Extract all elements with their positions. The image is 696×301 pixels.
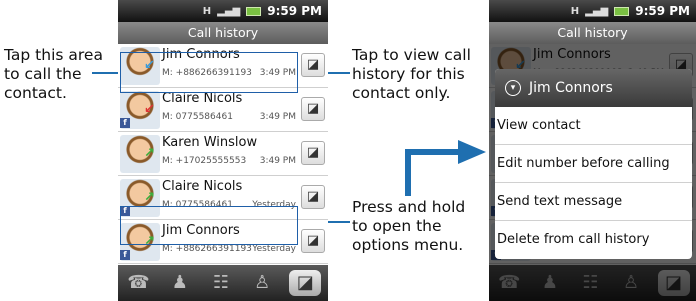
facebook-icon: f — [120, 250, 130, 260]
clock: 9:59 PM — [267, 4, 322, 18]
favorites-icon[interactable]: ♙ — [248, 270, 276, 296]
call-time: 3:49 PM — [259, 156, 296, 166]
callout-call-contact: Tap this area to call the contact. — [4, 46, 103, 103]
missed-call-icon: ↙ — [144, 102, 155, 117]
call-history-row[interactable]: ↗ Karen Winslow M: +17025555553 3:49 PM ◪ — [118, 132, 328, 176]
menu-item-send-text[interactable]: Send text message — [495, 183, 692, 221]
callout-line: options menu. — [352, 236, 464, 254]
options-menu-screen: H ▂▄▆ 9:59 PM Call history ↙Jim ConnorsM… — [489, 0, 696, 301]
battery-icon — [614, 6, 630, 16]
callout-contact-history: Tap to view call history for this contac… — [352, 46, 471, 103]
callout-connector — [326, 72, 350, 74]
transition-arrow-icon — [405, 140, 486, 196]
options-menu: ▾ Jim Connors View contact Edit number b… — [495, 69, 692, 259]
call-history-icon[interactable]: ◪ — [289, 270, 322, 296]
facebook-icon: f — [120, 118, 130, 128]
call-time: 3:49 PM — [259, 112, 296, 122]
chevron-down-icon: ▾ — [505, 80, 521, 96]
contact-call-history-button[interactable]: ◪ — [301, 97, 325, 121]
callout-options-menu: Press and hold to open the options menu. — [352, 198, 465, 255]
callout-line: Press and hold — [352, 198, 466, 216]
callout-line: history for this — [352, 65, 465, 83]
status-bar: H ▂▄▆ 9:59 PM — [118, 0, 328, 22]
callout-line: Tap this area — [4, 46, 103, 64]
tab-bar: ☎ ♟ ☷ ♙ ◪ — [118, 265, 328, 301]
menu-item-edit-number[interactable]: Edit number before calling — [495, 145, 692, 183]
contact-name: Karen Winslow — [162, 135, 258, 150]
phone-number: M: +17025555553 — [162, 156, 247, 166]
menu-item-delete[interactable]: Delete from call history — [495, 221, 692, 259]
outgoing-call-icon: ↗ — [144, 146, 155, 161]
contact-call-history-button[interactable]: ◪ — [301, 141, 325, 165]
menu-title: Jim Connors — [529, 80, 613, 96]
call-history-row[interactable]: f ↙ Claire Nicols M: 0775586461 3:49 PM ◪ — [118, 88, 328, 132]
callout-line: to call the — [4, 65, 82, 83]
signal-icon: H — [202, 5, 212, 17]
callout-line: contact. — [4, 84, 67, 102]
status-bar: H ▂▄▆ 9:59 PM — [489, 0, 696, 22]
contact-call-history-button[interactable]: ◪ — [301, 229, 325, 253]
menu-item-view-contact[interactable]: View contact — [495, 107, 692, 145]
groups-icon[interactable]: ☷ — [207, 270, 235, 296]
phone-number: M: +886266391193 — [162, 244, 252, 254]
callout-line: contact only. — [352, 84, 451, 102]
contact-name: Claire Nicols — [162, 179, 243, 194]
bars-icon: ▂▄▆ — [217, 5, 241, 17]
menu-header: ▾ Jim Connors — [495, 69, 692, 107]
call-history-screen: H ▂▄▆ 9:59 PM Call history ↙ Jim Connors M… — [118, 0, 328, 301]
contacts-icon[interactable]: ♟ — [166, 270, 194, 296]
callout-connector — [92, 72, 120, 74]
signal-icon: H — [570, 5, 580, 17]
battery-icon — [246, 6, 262, 16]
screen-title: Call history — [489, 22, 696, 44]
contact-call-history-button[interactable]: ◪ — [301, 53, 325, 77]
phone-number: M: 0775586461 — [162, 112, 233, 122]
outgoing-call-icon: ↗ — [144, 190, 155, 205]
highlight-call-area — [120, 52, 298, 93]
highlight-press-hold — [120, 206, 298, 245]
screen-title: Call history — [118, 22, 328, 44]
contact-call-history-button[interactable]: ◪ — [301, 185, 325, 209]
callout-line: Tap to view call — [352, 46, 471, 64]
contact-name: Claire Nicols — [162, 91, 243, 106]
clock: 9:59 PM — [635, 4, 690, 18]
call-time: Yesterday — [252, 244, 296, 254]
bars-icon: ▂▄▆ — [585, 5, 609, 17]
callout-line: to open the — [352, 217, 442, 235]
dialer-icon[interactable]: ☎ — [125, 270, 153, 296]
